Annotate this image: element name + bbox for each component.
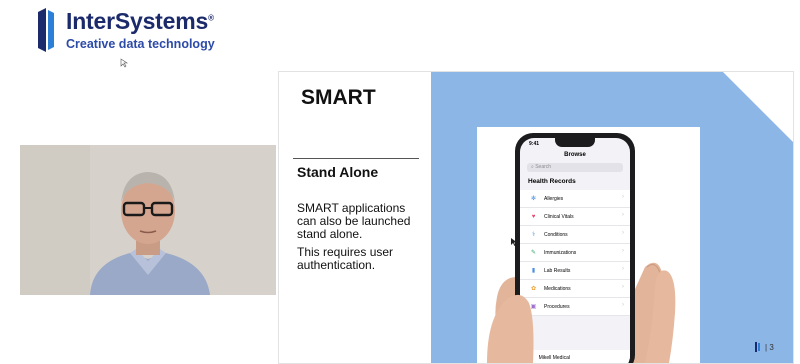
intersystems-logo: InterSystems® Creative data technology xyxy=(36,6,236,56)
logo-mark-icon xyxy=(755,342,760,352)
brand-tagline: Creative data technology xyxy=(66,37,215,51)
slide-title: SMART xyxy=(301,86,376,109)
page-number: 3 xyxy=(769,342,774,352)
panel-corner-cut xyxy=(723,72,793,142)
logo-mark-icon xyxy=(38,8,54,52)
mouse-cursor-icon xyxy=(120,58,128,68)
slide-page-number: | 3 xyxy=(755,342,774,352)
slide-subtitle: Stand Alone xyxy=(297,164,379,180)
presenter-image xyxy=(20,145,276,295)
slide-paragraph: SMART applications can also be launched … xyxy=(297,201,411,241)
slide-paragraph: This requires user authentication. xyxy=(297,245,394,272)
title-divider xyxy=(293,158,419,159)
mouse-pointer-icon xyxy=(511,238,517,246)
webcam-video xyxy=(20,145,276,295)
slide-body: SMART applications can also be launched … xyxy=(297,202,427,277)
presentation-slide: SMART Stand Alone SMART applications can… xyxy=(278,71,794,364)
brand-name: InterSystems® xyxy=(66,8,214,34)
